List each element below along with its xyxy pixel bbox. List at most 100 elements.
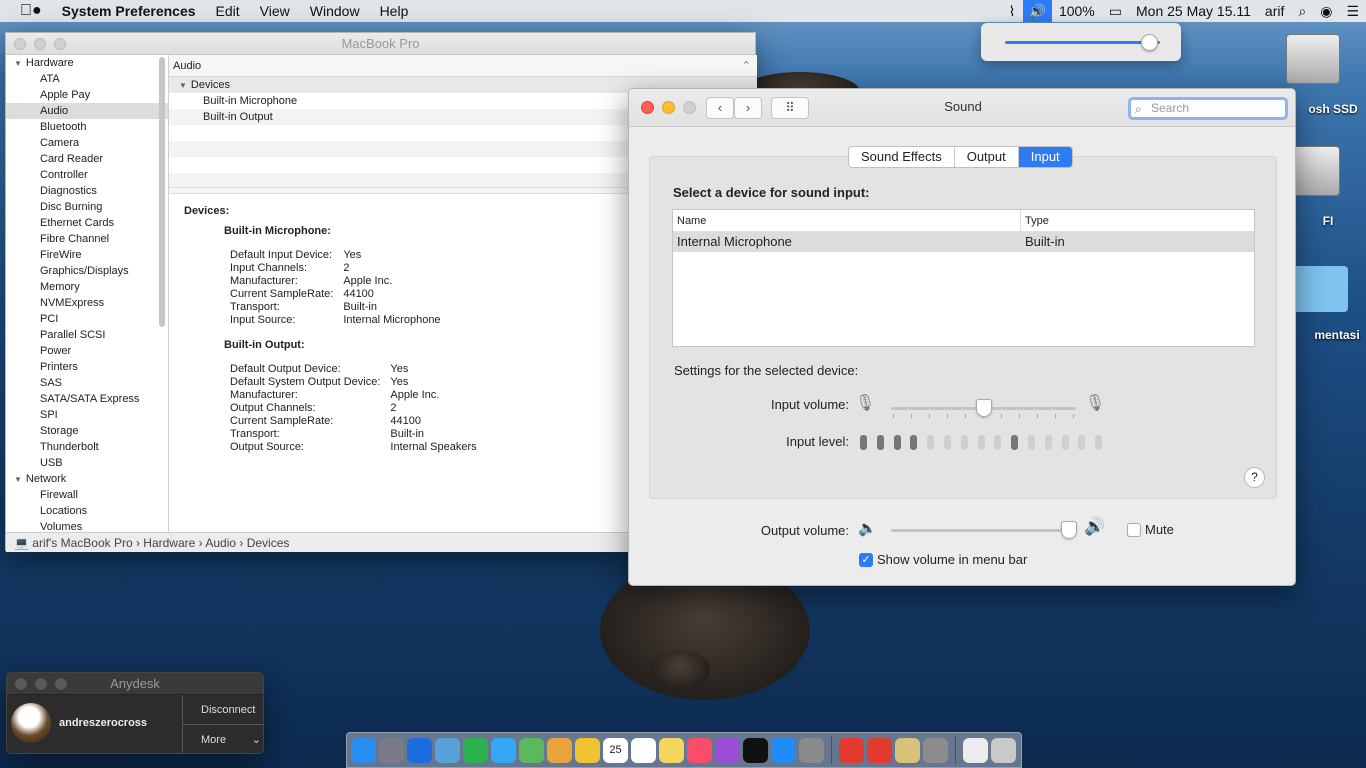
menu-help[interactable]: Help: [370, 3, 419, 19]
sidebar-item[interactable]: SAS: [6, 375, 168, 391]
menu-view[interactable]: View: [250, 3, 300, 19]
path-item[interactable]: Hardware: [143, 536, 195, 550]
more-button[interactable]: More ⌄: [183, 725, 263, 753]
document-icon[interactable]: [963, 737, 988, 763]
activity-monitor-icon[interactable]: ⌇: [1002, 3, 1023, 20]
volume-menu-icon[interactable]: 🔊: [1022, 0, 1052, 22]
messages-icon[interactable]: [491, 737, 516, 763]
sidebar-item[interactable]: Diagnostics: [6, 183, 168, 199]
output-volume-knob[interactable]: [1060, 521, 1077, 539]
sidebar-item[interactable]: Camera: [6, 135, 168, 151]
sidebar-item[interactable]: Fibre Channel: [6, 231, 168, 247]
input-volume-knob[interactable]: [975, 399, 992, 417]
sidebar-item[interactable]: SPI: [6, 407, 168, 423]
show-volume-checkbox[interactable]: ✓: [859, 553, 873, 567]
path-item[interactable]: arif's MacBook Pro: [32, 536, 132, 550]
sidebar-item[interactable]: PCI: [6, 311, 168, 327]
sidebar-item[interactable]: Graphics/Displays: [6, 263, 168, 279]
minimize-button[interactable]: [34, 38, 46, 50]
path-item[interactable]: Audio: [205, 536, 236, 550]
podcasts-icon[interactable]: [715, 737, 740, 763]
anydesk-alt-icon[interactable]: [867, 737, 892, 763]
app-menu[interactable]: System Preferences: [52, 3, 206, 19]
close-button[interactable]: [15, 678, 27, 690]
sidebar-item[interactable]: USB: [6, 455, 168, 471]
mute-label[interactable]: Mute: [1145, 522, 1174, 537]
path-item[interactable]: Devices: [247, 536, 290, 550]
notes-icon[interactable]: [575, 737, 600, 763]
tab-sound-effects[interactable]: Sound Effects: [849, 147, 955, 167]
safari-icon[interactable]: [407, 737, 432, 763]
sidebar-item[interactable]: Parallel SCSI: [6, 327, 168, 343]
appstore-icon[interactable]: [771, 737, 796, 763]
sidebar-item[interactable]: Volumes: [6, 519, 168, 532]
sidebar-item[interactable]: Network: [6, 471, 168, 487]
launchpad-icon[interactable]: [379, 737, 404, 763]
facetime-icon[interactable]: [463, 737, 488, 763]
zoom-button[interactable]: [55, 678, 67, 690]
trash-icon[interactable]: [991, 737, 1016, 763]
sidebar-item[interactable]: FireWire: [6, 247, 168, 263]
search-input[interactable]: ⌕ Search: [1128, 97, 1288, 120]
clock[interactable]: Mon 25 May 15.11: [1129, 3, 1258, 19]
sidebar-item[interactable]: Locations: [6, 503, 168, 519]
sidebar-item[interactable]: Ethernet Cards: [6, 215, 168, 231]
sidebar-item[interactable]: Storage: [6, 423, 168, 439]
sidebar-item[interactable]: Hardware: [6, 55, 168, 71]
tv-icon[interactable]: [743, 737, 768, 763]
title-bar[interactable]: ‹ › ⠿ Sound ⌕ Search: [629, 89, 1295, 127]
help-button[interactable]: ?: [1244, 467, 1265, 488]
apple-menu-icon[interactable]: ●: [0, 2, 52, 20]
tab-output[interactable]: Output: [955, 147, 1019, 167]
sidebar-item[interactable]: Card Reader: [6, 151, 168, 167]
stickies-icon[interactable]: [659, 737, 684, 763]
sidebar-item[interactable]: Memory: [6, 279, 168, 295]
sidebar-item[interactable]: Controller: [6, 167, 168, 183]
maps-icon[interactable]: [519, 737, 544, 763]
sidebar-item[interactable]: Apple Pay: [6, 87, 168, 103]
finder-icon[interactable]: [351, 737, 376, 763]
chevron-up-icon[interactable]: ⌃: [742, 55, 751, 77]
menu-window[interactable]: Window: [300, 3, 370, 19]
mute-checkbox[interactable]: [1127, 523, 1141, 537]
title-bar[interactable]: MacBook Pro: [6, 33, 755, 55]
anydesk-icon[interactable]: [839, 737, 864, 763]
sidebar-item[interactable]: ATA: [6, 71, 168, 87]
title-bar[interactable]: Anydesk: [7, 673, 263, 695]
section-header[interactable]: Audio ⌃: [169, 55, 757, 77]
archive-icon[interactable]: [895, 737, 920, 763]
calendar-icon[interactable]: 25: [603, 737, 628, 763]
spotlight-search-icon[interactable]: ⌕: [1291, 3, 1313, 20]
close-button[interactable]: [14, 38, 26, 50]
preview-icon[interactable]: [435, 737, 460, 763]
volume-slider-track[interactable]: [1005, 41, 1160, 44]
sidebar-scrollbar[interactable]: [159, 57, 165, 327]
sidebar-item[interactable]: Printers: [6, 359, 168, 375]
photos-icon[interactable]: [547, 737, 572, 763]
sidebar-item[interactable]: Disc Burning: [6, 199, 168, 215]
sidebar-item[interactable]: Firewall: [6, 487, 168, 503]
music-icon[interactable]: [687, 737, 712, 763]
sidebar-item[interactable]: Thunderbolt: [6, 439, 168, 455]
sidebar-item[interactable]: SATA/SATA Express: [6, 391, 168, 407]
show-volume-label[interactable]: Show volume in menu bar: [877, 552, 1027, 567]
siri-icon[interactable]: ◉: [1313, 3, 1339, 20]
tab-input[interactable]: Input: [1018, 147, 1072, 167]
reminders-icon[interactable]: [631, 737, 656, 763]
column-name[interactable]: Name: [673, 210, 1021, 231]
battery-percent[interactable]: 100%: [1052, 3, 1102, 19]
output-volume-track[interactable]: [891, 529, 1076, 532]
disconnect-button[interactable]: Disconnect: [183, 695, 263, 725]
minimize-button[interactable]: [35, 678, 47, 690]
volume-slider-knob[interactable]: [1141, 34, 1159, 51]
menu-edit[interactable]: Edit: [206, 3, 250, 19]
zoom-button[interactable]: [54, 38, 66, 50]
table-row[interactable]: Internal Microphone Built-in: [673, 232, 1254, 252]
sidebar-item[interactable]: Audio: [6, 103, 168, 119]
sysprefs-icon[interactable]: [799, 737, 824, 763]
sidebar-item[interactable]: Bluetooth: [6, 119, 168, 135]
user-menu[interactable]: arif: [1258, 3, 1291, 19]
script-icon[interactable]: [923, 737, 948, 763]
column-type[interactable]: Type: [1021, 210, 1049, 231]
battery-icon[interactable]: ▭: [1102, 3, 1129, 20]
